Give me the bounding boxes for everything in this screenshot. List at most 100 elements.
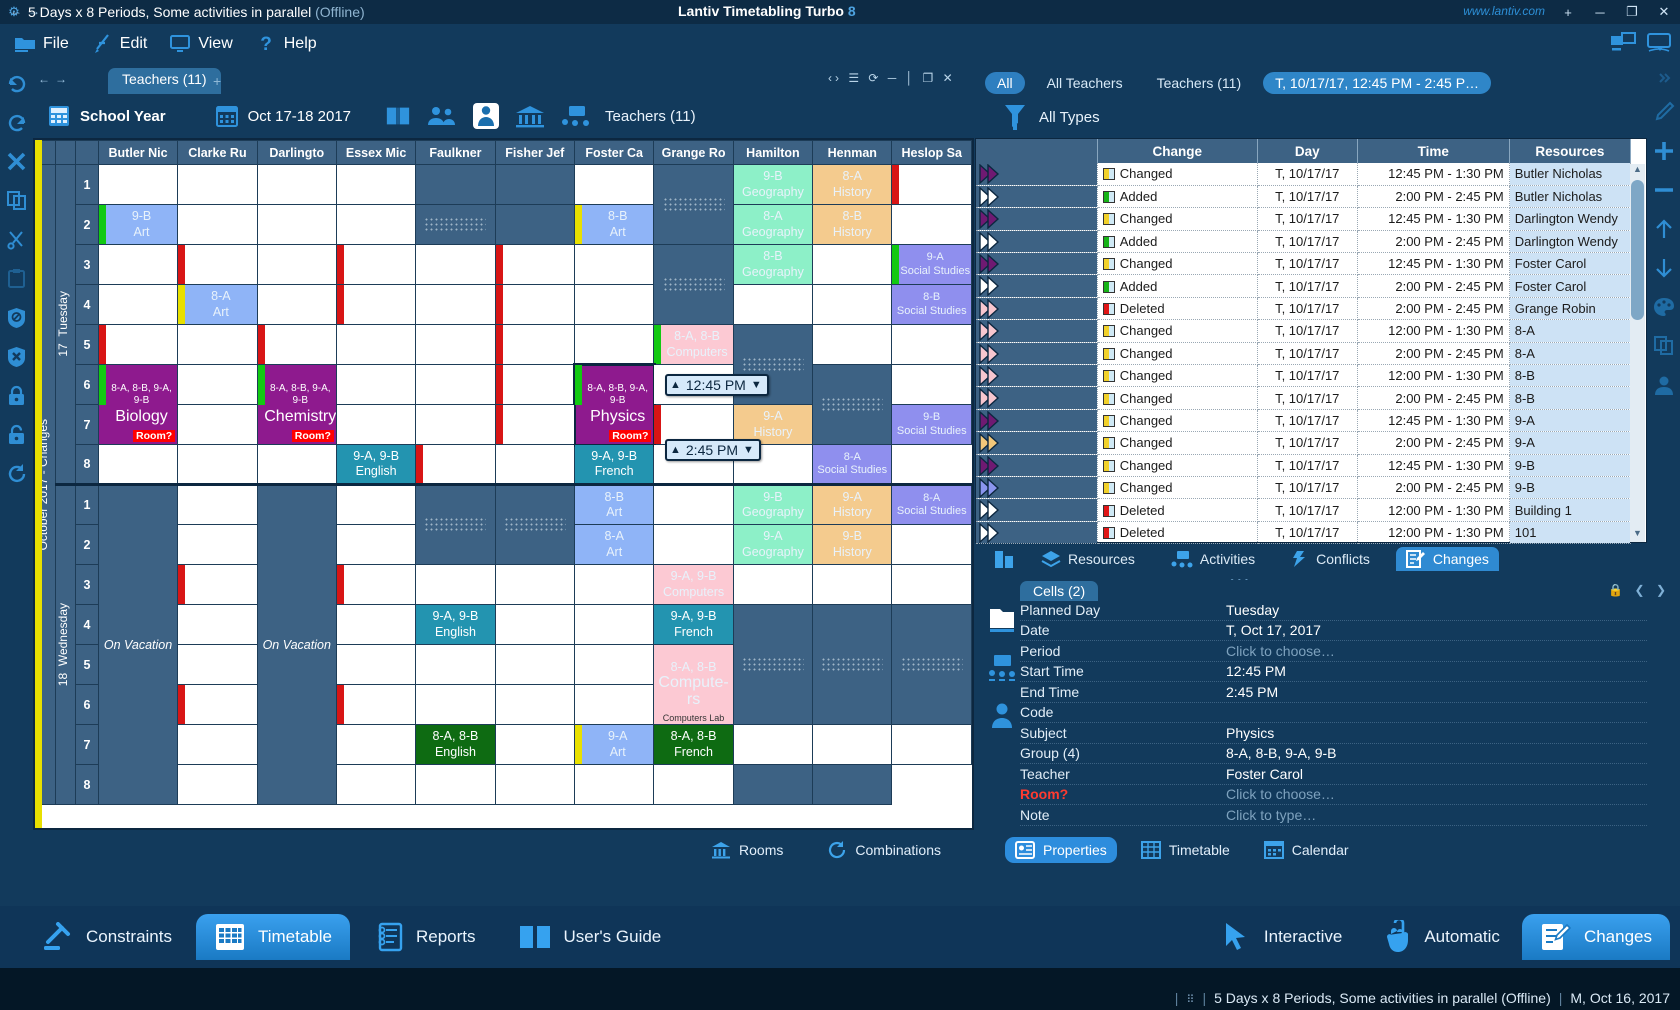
slot-cell[interactable]: [97, 244, 179, 285]
move-down-icon[interactable]: [1647, 248, 1680, 287]
slot-cell[interactable]: [177, 324, 258, 365]
tab-activities[interactable]: Activities: [1161, 547, 1265, 571]
slot-cell[interactable]: [494, 324, 576, 365]
menu-file[interactable]: File: [14, 33, 69, 55]
slot-cell[interactable]: [177, 444, 258, 485]
nav-back-icon[interactable]: ←: [38, 72, 55, 86]
property-row[interactable]: Code: [1020, 703, 1647, 723]
slot-cell[interactable]: [494, 724, 576, 765]
slot-cell[interactable]: [812, 244, 893, 285]
slot-cell[interactable]: [494, 483, 576, 565]
slot-cell[interactable]: [574, 604, 655, 645]
slot-cell[interactable]: [177, 164, 258, 205]
slot-cell[interactable]: [415, 444, 496, 485]
screens-icon[interactable]: [1610, 30, 1636, 56]
slot-cell[interactable]: [494, 404, 576, 445]
slot-cell[interactable]: [732, 284, 814, 325]
slot-cell[interactable]: [574, 164, 655, 205]
time-down-arrow[interactable]: ▼: [751, 379, 762, 391]
property-row[interactable]: Date T, Oct 17, 2017: [1020, 621, 1647, 641]
filter-all-button[interactable]: All: [985, 72, 1025, 94]
minimize-button[interactable]: ─: [1584, 0, 1616, 24]
col-resources[interactable]: Resources: [1509, 139, 1632, 163]
slot-cell[interactable]: [256, 284, 337, 325]
table-row[interactable]: Changed T, 10/17/17 12:45 PM - 1:30 PM 9-A: [976, 409, 1632, 433]
room-warning-badge[interactable]: Room?: [609, 430, 652, 442]
slot-cell[interactable]: [891, 204, 972, 245]
slot-cell[interactable]: [812, 604, 893, 725]
rooms-button[interactable]: Rooms: [701, 837, 793, 863]
timetable-button[interactable]: Timetable: [1131, 837, 1240, 863]
property-row[interactable]: Subject Physics: [1020, 723, 1647, 744]
filter-teachers-count[interactable]: Teachers (11): [1145, 72, 1254, 94]
slot-cell[interactable]: [335, 364, 417, 405]
slot-cell[interactable]: [812, 324, 893, 365]
properties-cells-tab[interactable]: Cells (2): [1020, 581, 1099, 601]
property-value[interactable]: Click to type…: [1226, 807, 1316, 823]
slot-cell[interactable]: [177, 204, 258, 245]
move-up-icon[interactable]: [1647, 209, 1680, 248]
slot-cell[interactable]: [415, 684, 496, 725]
nav-constraints[interactable]: Constraints: [24, 914, 190, 960]
menu-help[interactable]: ? Help: [255, 33, 317, 55]
activity-art-9a-wed[interactable]: 9-A Art: [574, 724, 655, 765]
property-value[interactable]: Tuesday: [1226, 602, 1279, 618]
calendar-button[interactable]: Calendar: [1254, 837, 1359, 863]
cut-icon[interactable]: [0, 220, 33, 259]
slot-cell[interactable]: [415, 204, 496, 245]
slot-cell[interactable]: [335, 284, 417, 325]
slot-cell[interactable]: [653, 164, 734, 245]
slot-cell[interactable]: [574, 684, 655, 725]
activity-soc-8a[interactable]: 8-A Social Studies: [812, 444, 893, 485]
slot-cell[interactable]: [494, 444, 576, 485]
combinations-button[interactable]: Combinations: [817, 836, 951, 864]
nav-timetable[interactable]: Timetable: [195, 914, 350, 960]
table-row[interactable]: Changed T, 10/17/17 12:45 PM - 1:30 PM 9-B: [976, 454, 1632, 477]
slot-cell[interactable]: [891, 564, 972, 605]
slot-cell[interactable]: [891, 164, 972, 205]
activity-computers-big[interactable]: 8-A, 8-B Compute-rs Computers Lab: [653, 644, 734, 725]
table-row[interactable]: Changed T, 10/17/17 12:45 PM - 1:30 PM Darl…: [976, 207, 1632, 231]
tab-changes[interactable]: Changes: [1395, 547, 1499, 571]
slot-cell[interactable]: [653, 764, 734, 805]
slot-cell[interactable]: [415, 483, 496, 565]
slot-cell[interactable]: [812, 724, 893, 765]
palette-icon[interactable]: [1647, 287, 1680, 326]
slot-cell[interactable]: [335, 604, 417, 645]
table-row[interactable]: Changed T, 10/17/17 12:00 PM - 1:30 PM 8-A: [976, 319, 1632, 343]
slot-cell[interactable]: [494, 684, 576, 725]
teacher-col-9[interactable]: Henman: [812, 140, 893, 165]
change-marker-cell[interactable]: [976, 274, 1098, 298]
slot-cell[interactable]: [494, 604, 576, 645]
slot-cell[interactable]: [415, 564, 496, 605]
slot-cell[interactable]: [335, 244, 417, 285]
table-row[interactable]: Changed T, 10/17/17 12:45 PM - 1:30 PM Fost…: [976, 252, 1632, 276]
slot-cell[interactable]: [574, 644, 655, 685]
expand-icon[interactable]: [1647, 64, 1680, 92]
slot-cell[interactable]: [97, 284, 179, 325]
properties-button[interactable]: Properties: [1005, 837, 1117, 863]
slot-cell[interactable]: [494, 284, 576, 325]
slot-cell[interactable]: [574, 564, 655, 605]
activity-art-8b[interactable]: 8-B Art: [574, 204, 655, 245]
activity-chemistry[interactable]: 8-A, 8-B, 9-A, 9-B Chemistry Room?: [256, 364, 337, 445]
slot-cell[interactable]: [415, 324, 496, 365]
slot-cell[interactable]: [574, 764, 655, 805]
prop-forward-icon[interactable]: →: [28, 4, 46, 18]
teacher-col-0[interactable]: Butler Nic: [97, 140, 179, 165]
nav-forward-icon[interactable]: →: [55, 72, 72, 86]
slot-cell[interactable]: [574, 284, 655, 325]
slot-cell[interactable]: [415, 364, 496, 405]
teacher-col-10[interactable]: Heslop Sa: [891, 140, 972, 165]
change-marker-cell[interactable]: [976, 319, 1098, 343]
slot-cell[interactable]: [177, 604, 258, 645]
activity-geo-9a-wed[interactable]: 9-A Geography: [732, 524, 814, 565]
pencil-icon[interactable]: [1647, 92, 1680, 131]
slot-cell[interactable]: [256, 324, 337, 365]
activity-french-8-wed[interactable]: 8-A, 8-B French: [653, 724, 734, 765]
document-icon[interactable]: [980, 600, 1024, 640]
teacher-col-3[interactable]: Essex Mic: [335, 140, 417, 165]
table-row[interactable]: Added T, 10/17/17 2:00 PM - 2:45 PM Darling…: [976, 230, 1632, 254]
change-marker-cell[interactable]: [976, 409, 1098, 433]
slot-cell[interactable]: [177, 483, 258, 525]
